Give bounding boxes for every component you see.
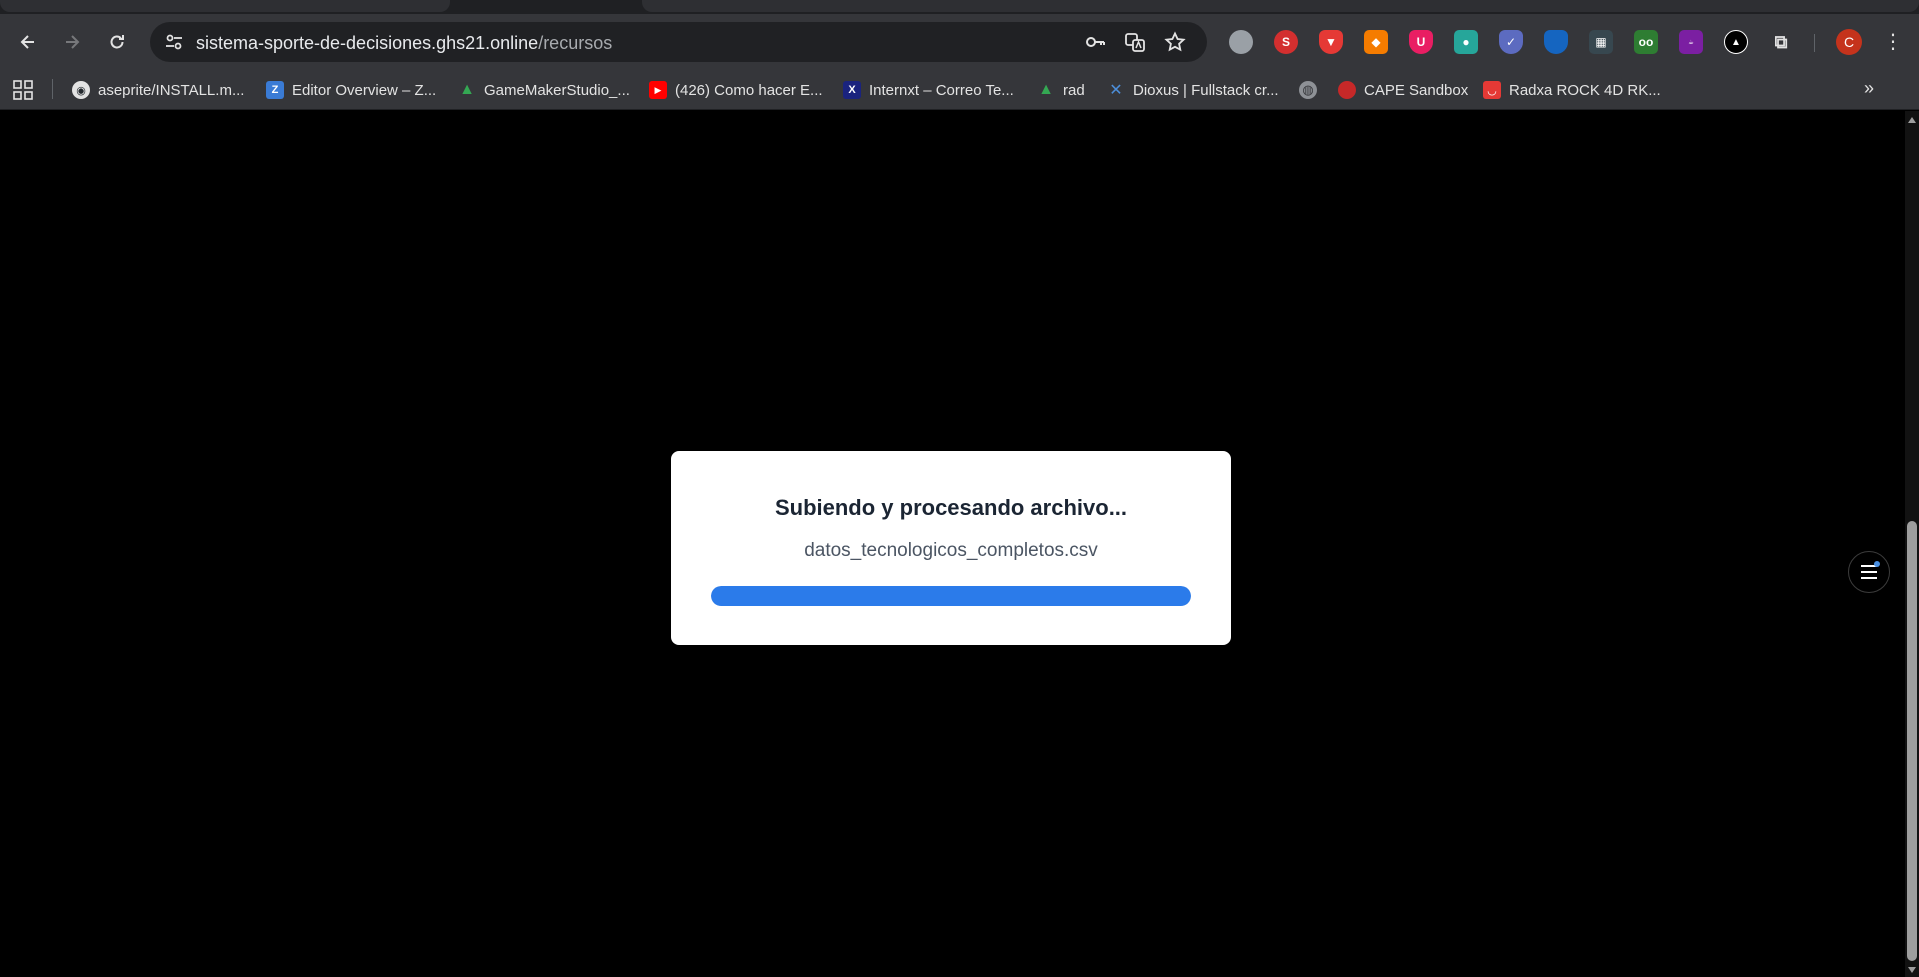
bookmarks-divider: [52, 79, 53, 99]
forward-button[interactable]: [56, 26, 88, 58]
bookmark-label: GameMakerStudio_...: [484, 81, 630, 99]
apps-grid-icon[interactable]: [12, 79, 34, 101]
tab-inactive[interactable]: [642, 0, 1919, 12]
tab-active[interactable]: [0, 0, 450, 12]
bookmark-label: Editor Overview – Z...: [292, 81, 437, 99]
modal-title: Subiendo y procesando archivo...: [774, 495, 1128, 520]
fox-wallet-icon[interactable]: ◆: [1364, 30, 1388, 54]
bookmark-label: Dioxus | Fullstack cr...: [1133, 81, 1279, 99]
shield-ext-icon[interactable]: ✓: [1499, 30, 1523, 54]
bitwarden-icon[interactable]: [1544, 30, 1568, 54]
triangle-ext-icon[interactable]: ▲: [1724, 30, 1748, 54]
upload-progress-modal: Subiendo y procesando archivo... datos_t…: [671, 451, 1231, 645]
browser-menu-icon[interactable]: ⋮: [1880, 29, 1906, 55]
arrow-right-icon: [66, 35, 80, 49]
notification-dot: [1874, 561, 1880, 567]
bookmark-label: aseprite/INSTALL.m...: [98, 81, 245, 99]
password-key-icon[interactable]: [1083, 30, 1107, 54]
bookmark-radxa[interactable]: ◡ Radxa ROCK 4D RK...: [1483, 77, 1661, 103]
bookmark-editor-overview[interactable]: Z Editor Overview – Z...: [266, 77, 436, 103]
owl-ext-icon[interactable]: oo: [1634, 30, 1658, 54]
shop-icon: ◡: [1483, 81, 1501, 99]
arrow-left-icon: [20, 35, 34, 49]
zed-icon: Z: [266, 81, 284, 99]
chevron-double-right-icon[interactable]: »: [1864, 78, 1874, 99]
cloud-ext-icon[interactable]: [1229, 30, 1253, 54]
browser-toolbar: sistema-sporte-de-decisiones.ghs21.onlin…: [0, 14, 1919, 70]
url-host: sistema-sporte-de-decisiones.ghs21.onlin…: [196, 33, 539, 53]
bookmark-label: CAPE Sandbox: [1364, 81, 1469, 99]
bookmark-cape-sandbox[interactable]: CAPE Sandbox: [1338, 77, 1468, 103]
grid-ext-icon[interactable]: ▦: [1589, 30, 1613, 54]
reload-button[interactable]: [101, 26, 133, 58]
buymeacoffee-icon[interactable]: ☕: [1679, 30, 1703, 54]
floating-menu-button[interactable]: [1848, 551, 1890, 593]
address-bar[interactable]: sistema-sporte-de-decisiones.ghs21.onlin…: [150, 22, 1207, 62]
scroll-thumb[interactable]: [1907, 521, 1917, 961]
brave-shield-icon[interactable]: ▼: [1319, 30, 1343, 54]
page-scrollbar[interactable]: [1905, 111, 1919, 977]
google-drive-icon: ▲: [1038, 81, 1054, 98]
translate-icon[interactable]: [1123, 30, 1147, 54]
globe-icon: ◍: [1299, 81, 1317, 99]
bookmark-internxt[interactable]: X Internxt – Correo Te...: [843, 77, 1014, 103]
profile-avatar[interactable]: C: [1836, 29, 1862, 55]
scroll-down-icon[interactable]: [1908, 967, 1916, 973]
bookmark-aseprite[interactable]: ◉ aseprite/INSTALL.m...: [72, 77, 244, 103]
url-text[interactable]: sistema-sporte-de-decisiones.ghs21.onlin…: [196, 33, 612, 54]
google-drive-icon: ▲: [459, 81, 475, 98]
back-button[interactable]: [12, 26, 44, 58]
cape-icon: [1338, 81, 1356, 99]
bookmark-rad[interactable]: ▲ rad: [1037, 77, 1085, 103]
scroll-up-icon[interactable]: [1908, 117, 1916, 123]
url-path: /recursos: [538, 33, 613, 53]
bookmark-globe[interactable]: ◍: [1299, 77, 1325, 103]
tab-strip: [0, 0, 1919, 14]
site-info-icon[interactable]: [162, 30, 186, 54]
dioxus-icon: ✕: [1109, 82, 1123, 99]
s-ext-icon[interactable]: S: [1274, 30, 1298, 54]
github-icon: ◉: [72, 81, 90, 99]
bookmark-star-icon[interactable]: [1163, 30, 1187, 54]
toolbar-divider: [1814, 34, 1815, 52]
u-ext-icon[interactable]: U: [1409, 30, 1433, 54]
bookmark-gamemakerstudio[interactable]: ▲ GameMakerStudio_...: [458, 77, 630, 103]
bookmark-label: Internxt – Correo Te...: [869, 81, 1014, 99]
reload-icon: [110, 35, 124, 49]
bookmark-label: Radxa ROCK 4D RK...: [1509, 81, 1661, 99]
internxt-icon: X: [843, 81, 861, 99]
bookmark-label: (426) Como hacer E...: [675, 81, 823, 99]
upload-progress-bar: [711, 586, 1191, 606]
browser-window: sistema-sporte-de-decisiones.ghs21.onlin…: [0, 0, 1919, 977]
bookmark-label: rad: [1063, 81, 1085, 99]
upload-progress-fill: [711, 586, 1191, 606]
bookmarks-bar: ◉ aseprite/INSTALL.m... Z Editor Overvie…: [0, 70, 1919, 110]
grammar-ext-icon[interactable]: ●: [1454, 30, 1478, 54]
youtube-icon: ▶: [649, 81, 667, 99]
uploading-filename: datos_tecnologicos_completos.csv: [804, 540, 1098, 561]
bookmark-youtube[interactable]: ▶ (426) Como hacer E...: [649, 77, 823, 103]
bookmark-dioxus[interactable]: ✕ Dioxus | Fullstack cr...: [1107, 77, 1279, 103]
puzzle-extensions-icon[interactable]: ⧉: [1769, 30, 1793, 54]
